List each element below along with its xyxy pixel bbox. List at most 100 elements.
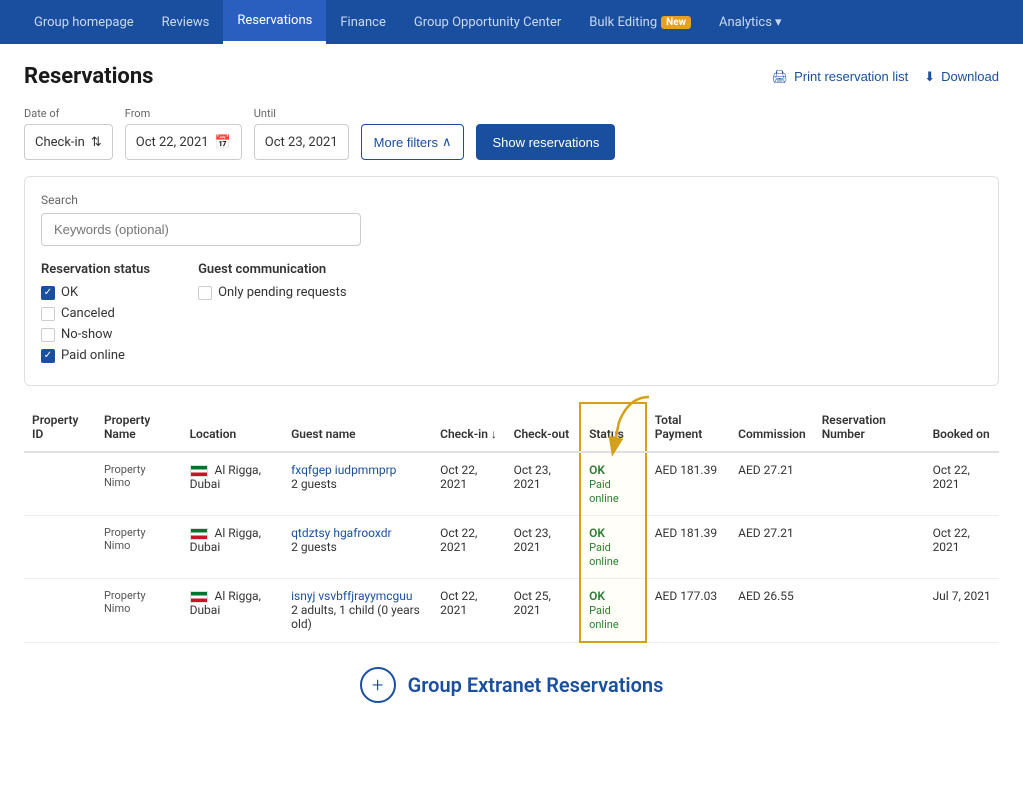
cell-reservation-number <box>814 579 925 643</box>
status-noshow-checkbox-box[interactable] <box>41 328 55 342</box>
cell-reservation-number <box>814 452 925 516</box>
status-canceled-checkbox-box[interactable] <box>41 307 55 321</box>
cell-total-payment: AED 181.39 <box>646 452 730 516</box>
from-date-input[interactable]: Oct 22, 2021 📅 <box>125 124 242 160</box>
table-header-row: Property ID Property Name Location Guest… <box>24 403 999 452</box>
cell-guest-name: fxqfgep iudpmmprp 2 guests <box>283 452 432 516</box>
from-date-filter: From Oct 22, 2021 📅 <box>125 107 242 160</box>
main-content: Reservations 🖨 Print reservation list ⬇ … <box>0 44 1023 807</box>
col-property-id: Property ID <box>24 403 96 452</box>
date-of-select[interactable]: Check-in ⇅ <box>24 124 113 160</box>
date-of-value: Check-in <box>35 135 85 150</box>
header-actions: 🖨 Print reservation list ⬇ Download <box>772 69 999 85</box>
plus-circle-icon: + <box>360 667 396 703</box>
cell-total-payment: AED 181.39 <box>646 516 730 579</box>
nav-bulk-editing[interactable]: Bulk Editing New <box>575 0 705 44</box>
search-label: Search <box>41 193 982 207</box>
cell-booked-on: Jul 7, 2021 <box>925 579 999 643</box>
cell-commission: AED 26.55 <box>730 579 814 643</box>
table-row: Property Nimo Al Rigga, Dubai qtdztsy hg… <box>24 516 999 579</box>
status-ok-checkbox[interactable]: OK <box>41 285 150 300</box>
guest-name-link[interactable]: qtdztsy hgafrooxdr <box>291 526 391 540</box>
guest-name-link[interactable]: fxqfgep iudpmmprp <box>291 463 396 477</box>
page-title: Reservations <box>24 64 153 89</box>
status-canceled-checkbox[interactable]: Canceled <box>41 306 150 321</box>
cell-total-payment: AED 177.03 <box>646 579 730 643</box>
until-date-value: Oct 23, 2021 <box>265 135 338 150</box>
flag-icon <box>190 465 208 477</box>
status-paid-online-checkbox[interactable]: Paid online <box>41 348 150 363</box>
status-noshow-checkbox[interactable]: No-show <box>41 327 150 342</box>
status-paid-online-checkbox-box[interactable] <box>41 349 55 363</box>
cell-checkin: Oct 22, 2021 <box>432 579 505 643</box>
reservations-table: Property ID Property Name Location Guest… <box>24 402 999 643</box>
status-canceled-label: Canceled <box>61 306 115 321</box>
cell-location: Al Rigga, Dubai <box>182 579 284 643</box>
nav-reviews[interactable]: Reviews <box>148 0 224 44</box>
cell-property-name: Property Nimo <box>96 579 182 643</box>
search-input[interactable] <box>41 213 361 246</box>
more-filters-button[interactable]: More filters ∧ <box>361 124 465 160</box>
bottom-section: + Group Extranet Reservations <box>0 643 1023 727</box>
pending-requests-checkbox-box[interactable] <box>198 286 212 300</box>
guest-name-link[interactable]: isnyj vsvbffjrayymcguu <box>291 589 412 603</box>
from-date-value: Oct 22, 2021 <box>136 135 209 150</box>
col-checkin: Check-in ↓ <box>432 403 505 452</box>
print-button[interactable]: 🖨 Print reservation list <box>772 69 909 85</box>
page-header: Reservations 🖨 Print reservation list ⬇ … <box>0 44 1023 99</box>
arrow-annotation <box>569 392 659 461</box>
status-ok-checkbox-box[interactable] <box>41 286 55 300</box>
nav-finance[interactable]: Finance <box>326 0 399 44</box>
cell-property-id <box>24 452 96 516</box>
reservations-table-section: Property ID Property Name Location Guest… <box>24 402 999 643</box>
until-date-filter: Until Oct 23, 2021 <box>254 107 349 160</box>
new-badge: New <box>661 16 691 29</box>
guest-count: 2 guests <box>291 477 337 491</box>
show-reservations-button[interactable]: Show reservations <box>476 124 615 160</box>
cell-reservation-number <box>814 516 925 579</box>
cell-status: OK Paid online <box>580 579 646 643</box>
guest-communication-section: Guest communication Only pending request… <box>198 262 347 369</box>
col-commission: Commission <box>730 403 814 452</box>
status-paid-online-label: Paid online <box>61 348 125 363</box>
cell-location: Al Rigga, Dubai <box>182 516 284 579</box>
select-arrow-icon: ⇅ <box>91 135 102 150</box>
cell-property-name: Property Nimo <box>96 516 182 579</box>
date-of-label: Date of <box>24 107 113 120</box>
download-icon: ⬇ <box>924 69 935 85</box>
nav-reservations[interactable]: Reservations <box>223 0 326 44</box>
cell-property-name: Property Nimo <box>96 452 182 516</box>
bottom-text: Group Extranet Reservations <box>408 673 664 697</box>
until-date-input[interactable]: Oct 23, 2021 <box>254 124 349 160</box>
until-label: Until <box>254 107 349 120</box>
flag-icon <box>190 591 208 603</box>
filters-row: Reservation status OK Canceled No-show P… <box>41 262 982 369</box>
cell-checkout: Oct 25, 2021 <box>506 579 580 643</box>
status-value: OK <box>589 589 605 603</box>
col-location: Location <box>182 403 284 452</box>
cell-checkin: Oct 22, 2021 <box>432 452 505 516</box>
cell-checkin: Oct 22, 2021 <box>432 516 505 579</box>
calendar-icon: 📅 <box>215 135 231 150</box>
reservation-status-title: Reservation status <box>41 262 150 277</box>
status-value: OK <box>589 463 605 477</box>
guest-count: 2 guests <box>291 540 337 554</box>
cell-commission: AED 27.21 <box>730 452 814 516</box>
download-button[interactable]: ⬇ Download <box>924 69 999 85</box>
cell-checkout: Oct 23, 2021 <box>506 452 580 516</box>
table-row: Property Nimo Al Rigga, Dubai isnyj vsvb… <box>24 579 999 643</box>
col-reservation-number: Reservation Number <box>814 403 925 452</box>
nav-group-homepage[interactable]: Group homepage <box>20 0 148 44</box>
col-guest-name: Guest name <box>283 403 432 452</box>
pending-requests-checkbox[interactable]: Only pending requests <box>198 285 347 300</box>
nav-group-opportunity[interactable]: Group Opportunity Center <box>400 0 575 44</box>
cell-booked-on: Oct 22, 2021 <box>925 516 999 579</box>
from-label: From <box>125 107 242 120</box>
guest-communication-title: Guest communication <box>198 262 347 277</box>
col-booked-on: Booked on <box>925 403 999 452</box>
cell-checkout: Oct 23, 2021 <box>506 516 580 579</box>
navigation: Group homepage Reviews Reservations Fina… <box>0 0 1023 44</box>
nav-analytics-label: Analytics <box>719 15 772 30</box>
cell-guest-name: qtdztsy hgafrooxdr 2 guests <box>283 516 432 579</box>
nav-analytics[interactable]: Analytics ▾ <box>705 0 796 44</box>
